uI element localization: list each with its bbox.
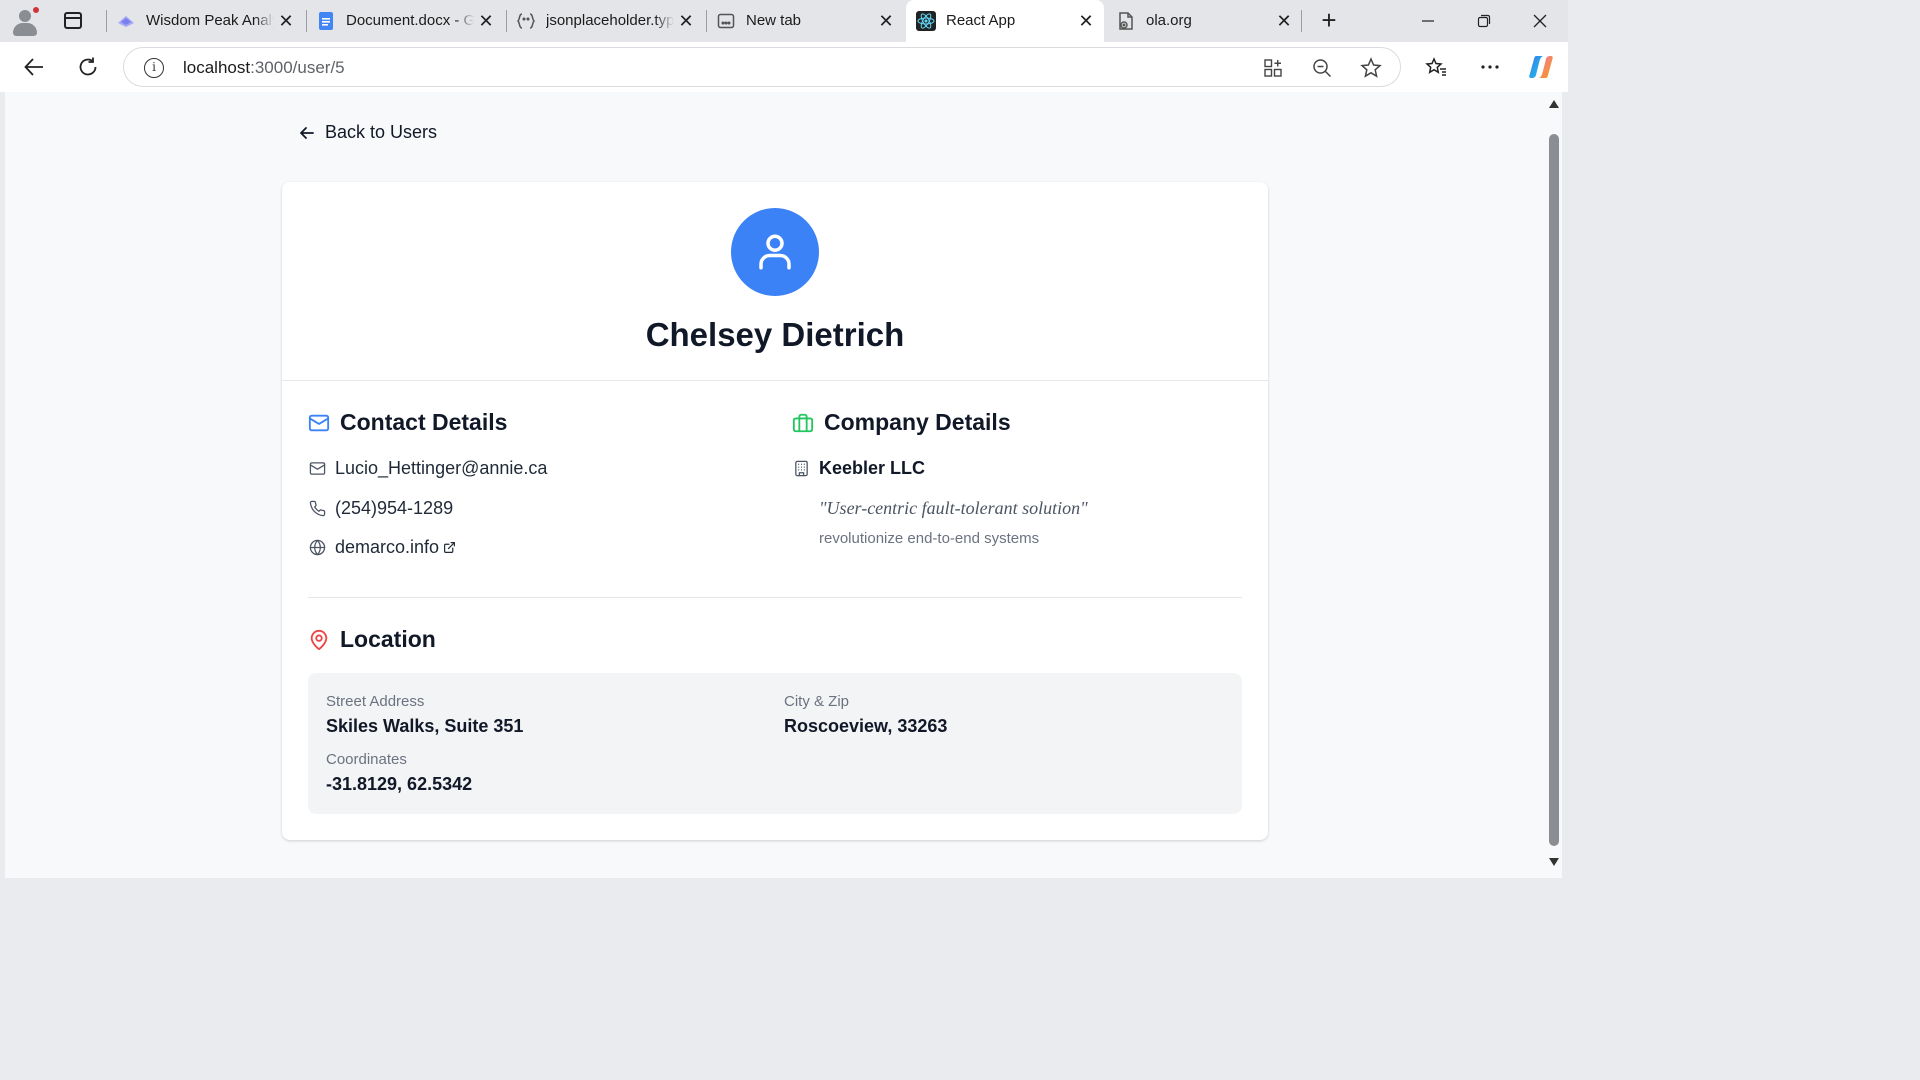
google-docs-favicon-icon [316, 11, 336, 31]
scrollbar-thumb[interactable] [1549, 134, 1559, 846]
site-info-icon[interactable]: i [144, 58, 164, 78]
tab-title: ola.org [1146, 12, 1192, 29]
tab-title: jsonplaceholder.typ [546, 12, 674, 29]
company-bs: revolutionize end-to-end systems [819, 530, 1040, 547]
website-value: demarco.info [335, 537, 440, 557]
scroll-up-arrow-icon[interactable] [1549, 100, 1559, 108]
map-pin-icon [310, 629, 328, 650]
street-address-label: Street Address [326, 693, 425, 710]
company-details-heading: Company Details [792, 409, 1011, 436]
tab-title: React App [946, 12, 1016, 29]
avatar [731, 208, 819, 296]
page-viewport: Back to Users Chelsey Dietrich Contact D… [5, 92, 1546, 878]
city-zip-value: Roscoeview, 33263 [784, 716, 948, 736]
company-name-row: Keebler LLC [792, 458, 925, 479]
tab-title: Wisdom Peak Analy [146, 12, 274, 29]
contact-details-heading: Contact Details [308, 409, 507, 436]
refresh-icon[interactable] [71, 51, 105, 83]
mail-icon [308, 460, 326, 478]
copilot-icon[interactable] [1524, 51, 1558, 83]
external-link-icon [444, 542, 456, 553]
tab-actions-icon[interactable] [57, 8, 87, 34]
user-name-heading: Chelsey Dietrich [645, 316, 905, 353]
tab-title: New tab [746, 12, 802, 29]
profile-avatar-icon[interactable] [10, 6, 40, 36]
tab-wisdom-peak[interactable]: Wisdom Peak Analy ✕ [106, 0, 304, 42]
location-title: Location [340, 626, 436, 652]
jsonplaceholder-favicon-icon [516, 11, 536, 31]
url-path: :3000/user/5 [250, 58, 345, 77]
tab-ola-org[interactable]: ola.org ✕ [1106, 0, 1302, 42]
user-profile-card: Chelsey Dietrich Contact Details Lucio_H… [282, 182, 1268, 840]
tab-jsonplaceholder[interactable]: jsonplaceholder.typ ✕ [506, 0, 704, 42]
back-to-users-link[interactable]: Back to Users [299, 122, 437, 143]
section-divider [308, 597, 1242, 598]
phone-icon [308, 500, 326, 518]
close-tab-icon[interactable]: ✕ [276, 11, 296, 31]
website-link[interactable]: demarco.info [335, 537, 456, 558]
close-window-icon[interactable] [1512, 0, 1568, 42]
contact-details-title: Contact Details [340, 409, 508, 435]
browser-toolbar: i localhost:3000/user/5 [0, 42, 1568, 92]
favorites-icon[interactable] [1419, 51, 1453, 83]
coordinates-label: Coordinates [326, 751, 407, 768]
address-url[interactable]: localhost:3000/user/5 [183, 58, 345, 78]
location-details-panel: Street Address Skiles Walks, Suite 351 C… [308, 673, 1242, 814]
location-heading: Location [308, 626, 436, 653]
close-tab-icon[interactable]: ✕ [1274, 11, 1294, 31]
tab-strip: Wisdom Peak Analy ✕ Document.docx - G ✕ … [0, 0, 1568, 42]
company-details-title: Company Details [824, 409, 1011, 435]
wisdom-peak-favicon-icon [116, 11, 136, 31]
app-available-icon[interactable] [1260, 55, 1286, 81]
close-tab-icon[interactable]: ✕ [676, 11, 696, 31]
building-icon [792, 460, 810, 478]
ola-favicon-icon [1116, 11, 1136, 31]
react-favicon-icon [916, 11, 936, 31]
new-tab-button[interactable]: + [1314, 7, 1344, 34]
new-tab-favicon-icon [716, 11, 736, 31]
mail-icon [308, 414, 330, 431]
email-row: Lucio_Hettinger@annie.ca [308, 458, 547, 479]
scroll-down-arrow-icon[interactable] [1549, 858, 1559, 866]
tab-new-tab[interactable]: New tab ✕ [706, 0, 904, 42]
back-link-label: Back to Users [325, 122, 438, 142]
close-tab-icon[interactable]: ✕ [476, 11, 496, 31]
url-host: localhost [183, 58, 251, 77]
close-tab-icon[interactable]: ✕ [876, 11, 896, 31]
tab-document[interactable]: Document.docx - G ✕ [306, 0, 504, 42]
globe-icon [308, 539, 326, 557]
page-scrollbar[interactable] [1546, 92, 1562, 878]
tab-title: Document.docx - G [346, 12, 474, 29]
more-options-icon[interactable] [1473, 51, 1507, 83]
arrow-left-icon [300, 126, 314, 139]
user-icon [759, 234, 791, 270]
street-address-value: Skiles Walks, Suite 351 [326, 716, 524, 736]
city-zip-label: City & Zip [784, 693, 850, 710]
address-bar[interactable]: i localhost:3000/user/5 [123, 47, 1401, 87]
email-value[interactable]: Lucio_Hettinger@annie.ca [335, 458, 547, 479]
favorite-star-icon[interactable] [1358, 55, 1384, 81]
phone-row: (254)954-1289 [308, 498, 453, 519]
restore-window-icon[interactable] [1456, 0, 1512, 42]
close-tab-icon[interactable]: ✕ [1076, 11, 1096, 31]
tab-react-app[interactable]: React App ✕ [906, 0, 1104, 42]
coordinates-value: -31.8129, 62.5342 [326, 774, 473, 794]
briefcase-icon [792, 413, 814, 432]
phone-value: (254)954-1289 [335, 498, 454, 518]
minimize-window-icon[interactable] [1400, 0, 1456, 42]
company-catch-phrase: "User-centric fault-tolerant solution" [819, 498, 1088, 518]
website-row: demarco.info [308, 537, 456, 558]
company-name: Keebler LLC [819, 458, 926, 478]
profile-header: Chelsey Dietrich [282, 182, 1268, 381]
back-arrow-icon[interactable] [17, 51, 51, 83]
zoom-out-icon[interactable] [1309, 55, 1335, 81]
